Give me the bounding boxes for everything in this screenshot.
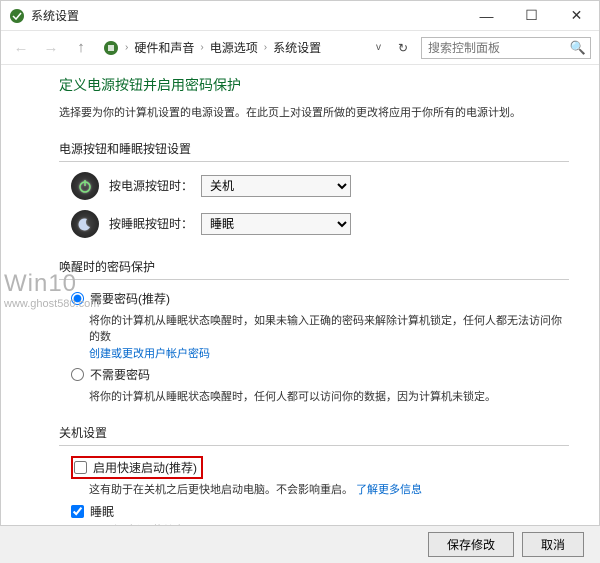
breadcrumb-item-power[interactable]: 电源选项 [210,39,258,56]
cancel-button[interactable]: 取消 [522,532,584,557]
minimize-button[interactable]: — [464,1,509,31]
no-password-label: 不需要密码 [90,366,150,383]
search-icon: 🔍 [570,40,586,56]
sleep-button-row: 按睡眠按钮时： 睡眠 [71,210,569,238]
power-button-label: 按电源按钮时： [109,177,201,194]
fast-startup-label: 启用快速启动(推荐) [93,459,197,476]
power-button-row: 按电源按钮时： 关机 [71,172,569,200]
breadcrumb-item-hardware[interactable]: 硬件和声音 [134,39,194,56]
chevron-right-icon: › [123,42,130,53]
require-password-radio[interactable] [71,292,84,305]
section-power-buttons-title: 电源按钮和睡眠按钮设置 [59,140,569,157]
app-icon [9,8,25,24]
back-button[interactable]: ← [9,36,33,60]
search-box[interactable]: 🔍 [421,37,591,59]
refresh-icon[interactable]: ↻ [393,41,413,55]
change-password-link[interactable]: 创建或更改用户帐户密码 [89,348,210,360]
fast-startup-checkbox[interactable] [74,461,87,474]
forward-button[interactable]: → [39,36,63,60]
close-button[interactable]: ✕ [554,1,599,31]
moon-icon [71,210,99,238]
content-area: 定义电源按钮并启用密码保护 选择要为你的计算机设置的电源设置。在此页上对设置所做… [1,65,599,525]
radio-require-password[interactable]: 需要密码(推荐) [71,290,569,307]
up-button[interactable]: ↑ [69,36,93,60]
chevron-right-icon: › [262,42,269,53]
sleep-button-label: 按睡眠按钮时： [109,215,201,232]
chevron-right-icon: › [198,42,205,53]
no-password-radio[interactable] [71,368,84,381]
require-password-note: 将你的计算机从睡眠状态唤醒时，如果未输入正确的密码来解除计算机锁定，任何人都无法… [89,313,569,363]
sleep-checkbox[interactable] [71,505,84,518]
radio-no-password[interactable]: 不需要密码 [71,366,569,383]
section-rule [59,445,569,446]
fast-startup-note: 这有助于在关机之后更快地启动电脑。不会影响重启。 了解更多信息 [89,481,569,497]
save-button[interactable]: 保存修改 [428,532,514,557]
section-password-title: 唤醒时的密码保护 [59,258,569,275]
search-input[interactable] [422,38,590,58]
power-icon [71,172,99,200]
no-password-note: 将你的计算机从睡眠状态唤醒时，任何人都可以访问你的数据，因为计算机未锁定。 [89,389,569,406]
maximize-button[interactable]: ☐ [509,1,554,31]
fast-startup-highlight: 启用快速启动(推荐) [71,456,203,479]
require-password-label: 需要密码(推荐) [90,290,170,307]
title-bar: 系统设置 — ☐ ✕ [1,1,599,31]
footer: 保存修改 取消 [0,525,600,563]
sleep-option-label: 睡眠 [90,503,114,520]
fast-startup-more-link[interactable]: 了解更多信息 [356,484,422,496]
sleep-button-action-select[interactable]: 睡眠 [201,213,351,235]
fast-startup-row: 启用快速启动(推荐) [71,456,569,479]
section-rule [59,279,569,280]
section-rule [59,161,569,162]
section-shutdown-title: 关机设置 [59,424,569,441]
breadcrumb-item-system[interactable]: 系统设置 [273,39,321,56]
page-heading: 定义电源按钮并启用密码保护 [59,75,569,95]
control-panel-icon [103,40,119,56]
power-button-action-select[interactable]: 关机 [201,175,351,197]
page-description: 选择要为你的计算机设置的电源设置。在此页上对设置所做的更改将应用于你所有的电源计… [59,105,569,122]
breadcrumb[interactable]: › 硬件和声音 › 电源选项 › 系统设置 [103,39,321,56]
sleep-row: 睡眠 [71,503,569,520]
toolbar: ← → ↑ › 硬件和声音 › 电源选项 › 系统设置 v ↻ 🔍 [1,31,599,65]
window-title: 系统设置 [31,7,79,24]
breadcrumb-dropdown-icon[interactable]: v [372,42,385,53]
